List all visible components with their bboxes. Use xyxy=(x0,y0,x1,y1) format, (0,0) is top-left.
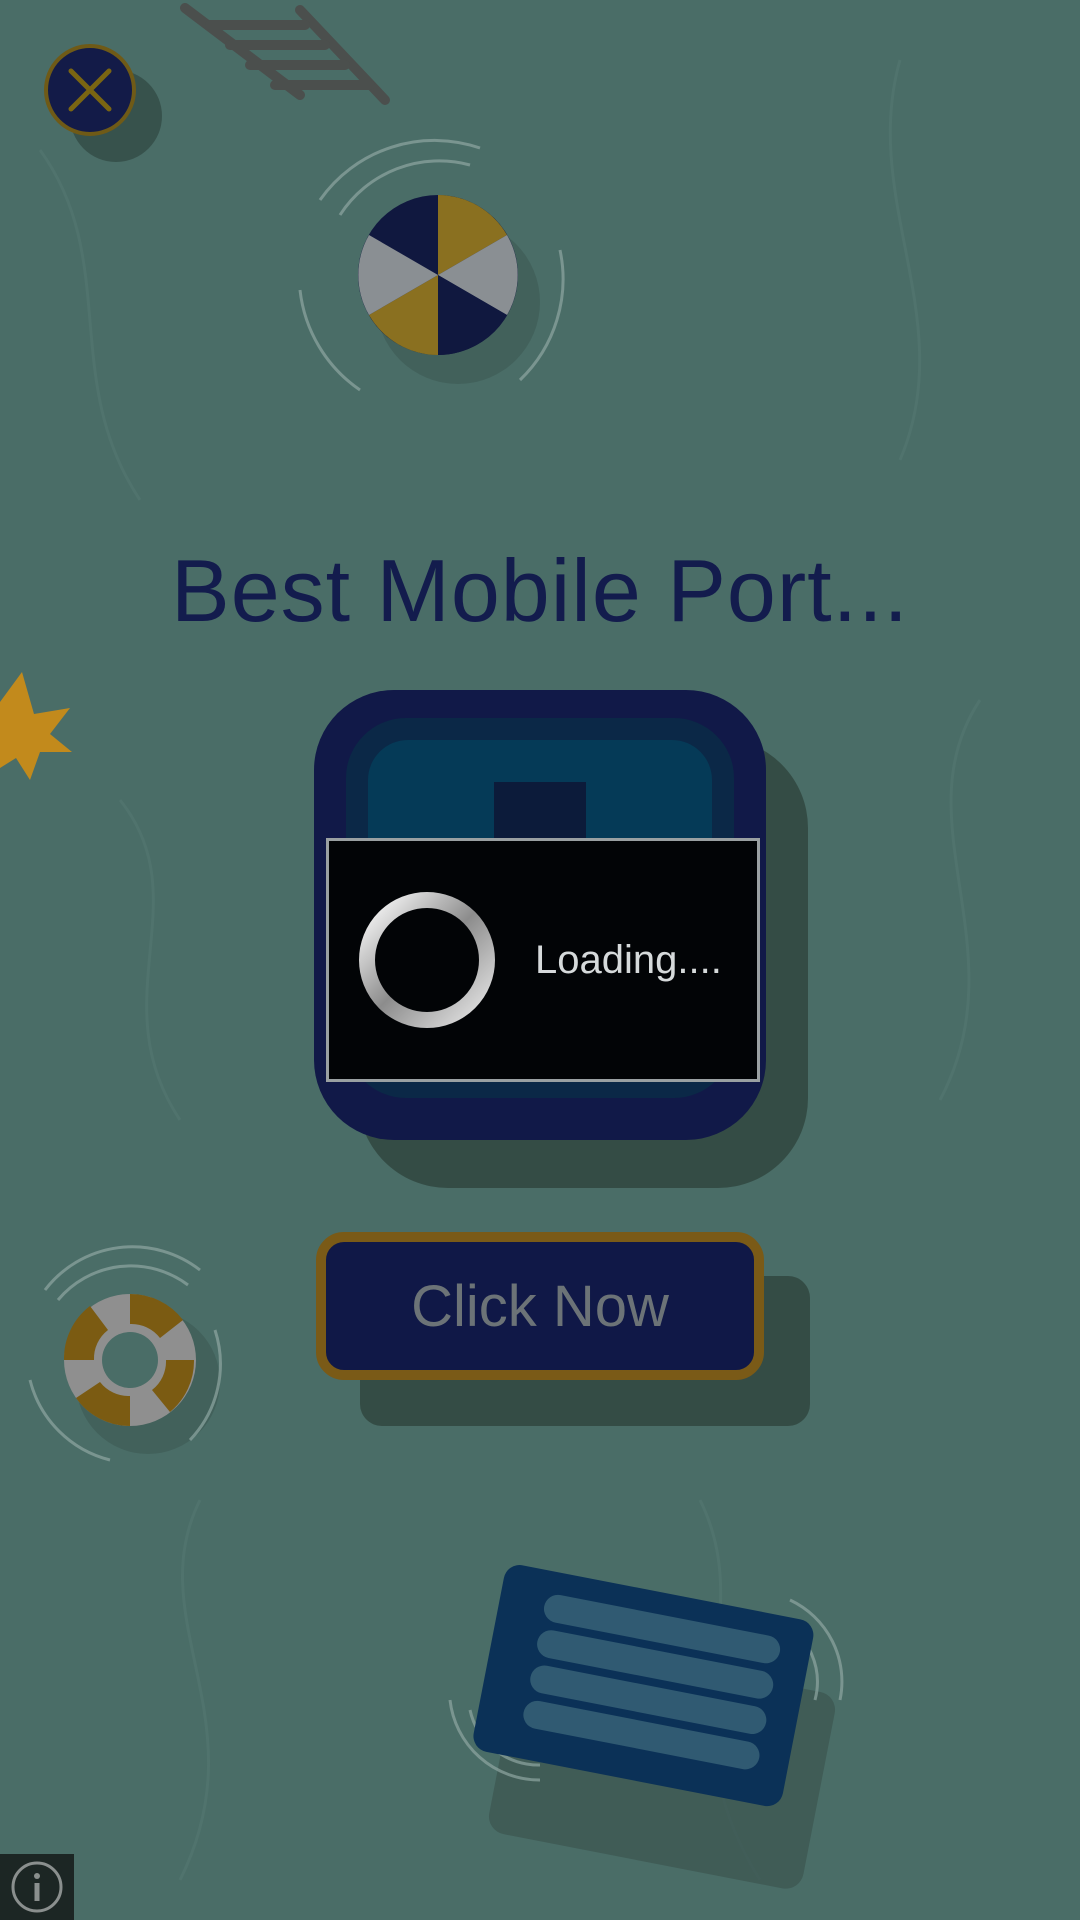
close-button[interactable] xyxy=(44,44,136,136)
close-icon xyxy=(68,68,112,112)
loading-text: Loading.... xyxy=(535,937,722,982)
maple-leaf-icon xyxy=(0,672,72,780)
loading-dialog: Loading.... xyxy=(326,838,760,1082)
pool-float-icon xyxy=(448,1565,844,1889)
life-ring-icon xyxy=(28,1245,222,1462)
info-icon xyxy=(11,1861,63,1913)
ladder-icon xyxy=(180,3,390,105)
spinner-icon xyxy=(359,892,495,1028)
beach-ball-icon xyxy=(298,138,565,392)
page-title: Best Mobile Port... xyxy=(171,541,909,640)
click-now-button[interactable]: Click Now xyxy=(316,1232,764,1380)
info-button[interactable] xyxy=(0,1854,74,1920)
